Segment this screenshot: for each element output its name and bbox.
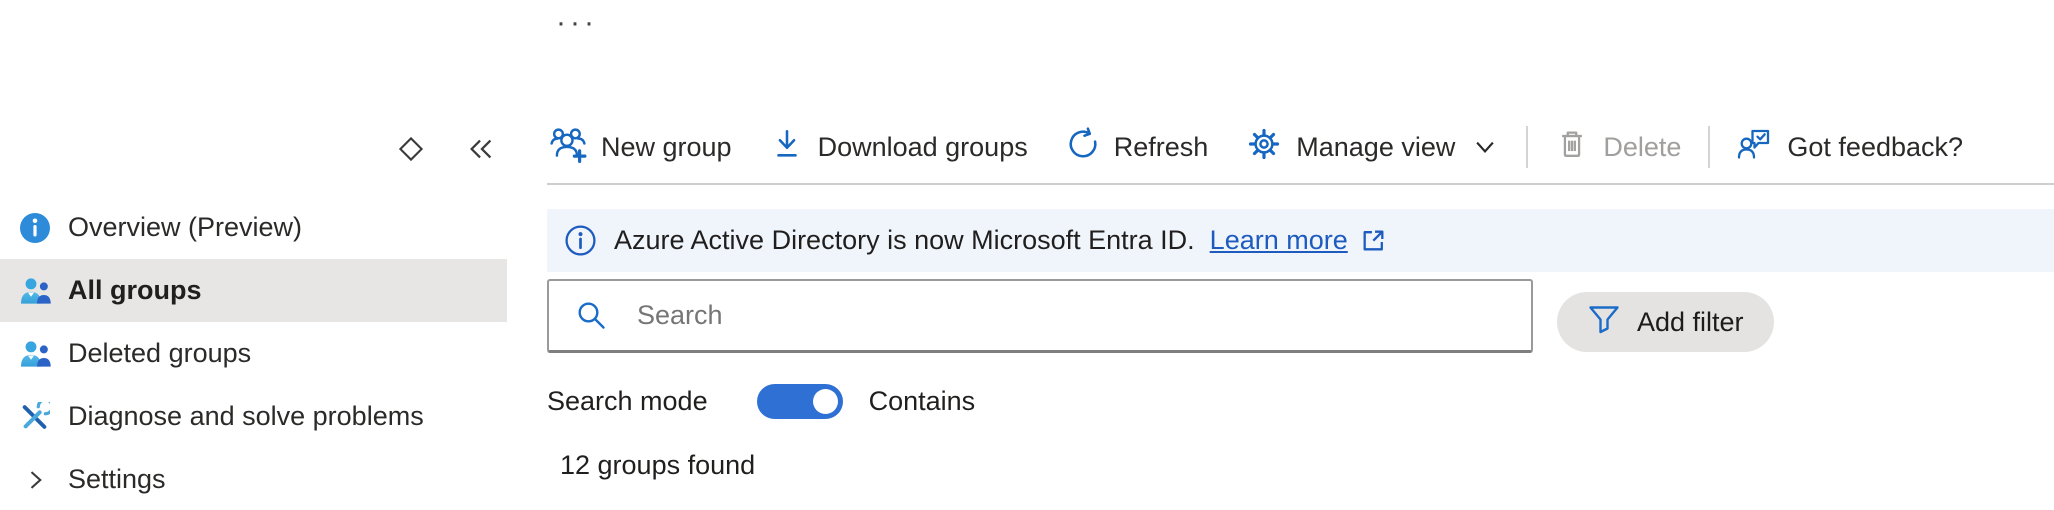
manage-view-button[interactable]: Manage view [1227,112,1518,182]
entra-info-banner: Azure Active Directory is now Microsoft … [547,209,2054,272]
download-groups-button[interactable]: Download groups [751,112,1047,182]
toggle-knob [813,389,838,414]
chevron-down-icon [1471,133,1499,161]
refresh-button[interactable]: Refresh [1047,112,1228,182]
sidebar-nav: Overview (Preview) All groups Deleted gr… [0,196,507,510]
sidebar-item-label: Deleted groups [68,338,251,369]
groups-page: Groups|All groups ··· omcpmpoc1 Overview… [0,0,2054,510]
feedback-icon [1737,126,1773,169]
info-circle-icon [564,224,597,257]
refresh-icon [1066,127,1100,168]
download-icon [770,127,804,168]
search-input[interactable] [635,299,1531,332]
sidebar-item-all-groups[interactable]: All groups [0,259,507,322]
new-group-label: New group [601,132,732,163]
search-mode-value: Contains [869,386,976,417]
chevron-right-icon [18,466,52,494]
groups-icon [18,277,52,305]
refresh-label: Refresh [1114,132,1209,163]
learn-more-link[interactable]: Learn more [1210,225,1348,256]
sidebar: Overview (Preview) All groups Deleted gr… [0,0,507,510]
info-icon [18,212,52,244]
toolbar-divider-line [547,183,2054,185]
sidebar-item-overview[interactable]: Overview (Preview) [0,196,507,259]
collapse-sidebar-icon[interactable] [466,134,496,164]
toolbar-divider [1708,126,1710,168]
sidebar-item-deleted-groups[interactable]: Deleted groups [0,322,507,385]
tools-icon [18,402,52,432]
sidebar-item-label: Settings [68,464,166,495]
got-feedback-button[interactable]: Got feedback? [1718,112,1982,182]
command-bar: New group Download groups Refresh Manage… [547,112,2054,182]
search-mode-toggle[interactable] [757,384,843,419]
new-group-icon [549,125,587,170]
delete-button[interactable]: Delete [1536,112,1700,182]
toolbar-divider [1526,126,1528,168]
sidebar-item-diagnose[interactable]: Diagnose and solve problems [0,385,507,448]
sidebar-item-label: Overview (Preview) [68,212,302,243]
search-mode-row: Search mode Contains [547,384,975,419]
search-icon [575,299,609,333]
new-group-button[interactable]: New group [547,112,751,182]
groups-icon [18,340,52,368]
main-content: New group Download groups Refresh Manage… [547,0,2054,510]
got-feedback-label: Got feedback? [1787,132,1963,163]
sidebar-item-label: All groups [68,275,202,306]
trash-icon [1555,127,1589,168]
search-box [547,279,1533,353]
add-filter-label: Add filter [1637,307,1744,338]
sidebar-item-label: Diagnose and solve problems [68,401,424,432]
gear-icon [1246,126,1282,169]
search-mode-label: Search mode [547,386,708,417]
manage-view-label: Manage view [1296,132,1455,163]
external-link-icon[interactable] [1360,227,1387,254]
resize-icon[interactable] [396,134,426,164]
banner-message: Azure Active Directory is now Microsoft … [614,225,1195,256]
add-filter-button[interactable]: Add filter [1557,292,1774,352]
delete-label: Delete [1603,132,1681,163]
sidebar-item-settings[interactable]: Settings [0,448,507,510]
filter-funnel-icon [1587,302,1621,343]
results-count: 12 groups found [560,450,755,481]
download-groups-label: Download groups [818,132,1028,163]
